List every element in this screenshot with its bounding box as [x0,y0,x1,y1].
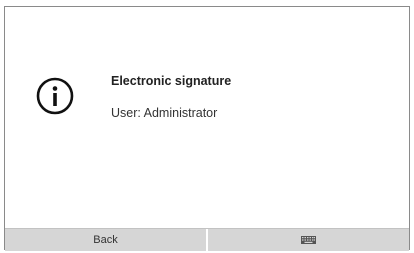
dialog-title: Electronic signature [111,74,232,88]
info-icon [36,77,74,115]
back-button[interactable]: Back [5,229,206,251]
user-label: User: Administrator [111,106,218,120]
signature-dialog: Electronic signature User: Administrator… [4,6,410,251]
keyboard-icon [301,236,316,244]
footer-bar: Back [5,228,409,251]
keyboard-button[interactable] [206,229,409,251]
